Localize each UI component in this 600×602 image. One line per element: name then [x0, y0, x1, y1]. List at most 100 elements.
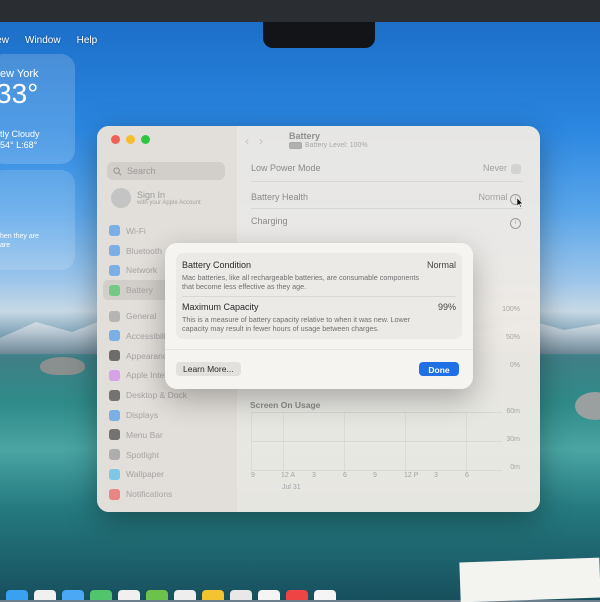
- dock-app-icon[interactable]: [314, 590, 336, 600]
- x-axis-tick: 6: [343, 472, 347, 479]
- mouse-pointer-icon: [517, 198, 523, 208]
- menu-window[interactable]: Window: [25, 35, 61, 46]
- sidebar-item-label: Bluetooth: [126, 245, 162, 256]
- sidebar-item-label: General: [126, 311, 157, 322]
- sidebar-item-notifications[interactable]: Notifications: [103, 484, 231, 504]
- page-subtitle: Battery Level: 100%: [289, 142, 368, 149]
- sidebar-item-menu-bar[interactable]: Menu Bar: [103, 425, 231, 445]
- wallpaper-rock: [575, 392, 600, 420]
- wallpaper-rock: [40, 357, 85, 375]
- sidebar-item-label: Network: [126, 265, 158, 276]
- gridline: [405, 413, 406, 471]
- dock-app-icon[interactable]: [174, 590, 196, 600]
- zoom-button[interactable]: [141, 135, 150, 144]
- divider: [251, 208, 523, 209]
- maximum-capacity-title: Maximum Capacity: [182, 302, 259, 312]
- divider: [165, 349, 473, 350]
- general-icon: [109, 310, 120, 322]
- battery-icon: [109, 284, 120, 296]
- battery-condition-section: Battery Condition Normal Mac batteries, …: [182, 260, 456, 291]
- menu-bar-icon: [109, 429, 120, 441]
- dock-app-icon[interactable]: [6, 590, 28, 600]
- level-tick-100: 100%: [502, 306, 520, 313]
- gridline: [252, 470, 502, 471]
- x-axis-tick: 9: [251, 472, 255, 479]
- dock-app-icon[interactable]: [202, 590, 224, 600]
- desktop-widget[interactable]: [0, 170, 75, 270]
- sidebar-item-label: Displays: [126, 410, 159, 421]
- forward-arrow-icon[interactable]: ›: [259, 134, 263, 148]
- dock-app-icon[interactable]: [286, 590, 308, 600]
- apple-account-signin[interactable]: Sign In with your Apple Account: [111, 188, 201, 208]
- battery-health-value: Normal: [478, 192, 508, 202]
- dock-app-icon[interactable]: [34, 590, 56, 600]
- low-power-label: Low Power Mode: [251, 163, 321, 173]
- dialog-content-card: Battery Condition Normal Mac batteries, …: [176, 253, 462, 339]
- sidebar-item-spotlight[interactable]: Spotlight: [103, 445, 231, 465]
- weather-high-low: 54° L:68°: [0, 140, 38, 150]
- gridline: [466, 413, 467, 471]
- x-axis-tick: 3: [312, 472, 316, 479]
- sidebar-item-label: Spotlight: [126, 449, 160, 460]
- camera-notch: [263, 22, 375, 48]
- minimize-button[interactable]: [126, 135, 135, 144]
- learn-more-button[interactable]: Learn More...: [176, 362, 241, 376]
- usage-tick-60m: 60m: [506, 408, 520, 415]
- divider: [182, 296, 456, 297]
- x-axis-tick: 6: [465, 472, 469, 479]
- info-icon[interactable]: i: [510, 218, 521, 229]
- sidebar-item-displays[interactable]: Displays: [103, 405, 231, 425]
- maximum-capacity-description: This is a measure of battery capacity re…: [182, 315, 411, 333]
- battery-condition-title: Battery Condition: [182, 260, 252, 270]
- date-label: Jul 31: [282, 484, 301, 491]
- notifications-icon: [109, 488, 120, 500]
- dock-app-icon[interactable]: [118, 590, 140, 600]
- search-placeholder: Search: [127, 166, 156, 176]
- battery-health-label: Battery Health: [251, 192, 309, 202]
- back-arrow-icon[interactable]: ‹: [245, 134, 249, 148]
- close-button[interactable]: [111, 135, 120, 144]
- sidebar-item-label: Wi-Fi: [126, 225, 146, 236]
- dock-app-icon[interactable]: [230, 590, 252, 600]
- account-subtitle: with your Apple Account: [137, 200, 201, 206]
- battery-health-row: Battery Health Normal i: [251, 192, 521, 205]
- desktop-dock-icon: [109, 389, 120, 401]
- low-power-value: Never: [482, 163, 507, 173]
- battery-health-status: Normal i: [478, 192, 521, 205]
- bluetooth-icon: [109, 245, 120, 257]
- menu-help[interactable]: Help: [77, 35, 98, 46]
- gridline: [252, 441, 502, 442]
- sidebar-item-wallpaper[interactable]: Wallpaper: [103, 465, 231, 485]
- sidebar-item-label: Battery: [126, 285, 153, 296]
- battery-health-dialog: Battery Condition Normal Mac batteries, …: [165, 243, 473, 389]
- done-button[interactable]: Done: [419, 362, 459, 376]
- gridline: [344, 413, 345, 471]
- x-axis-tick: 3: [434, 472, 438, 479]
- window-controls: [111, 135, 150, 144]
- accessibility-icon: [109, 330, 120, 342]
- navigation-arrows: ‹ ›: [245, 134, 263, 148]
- charging-row: Charging i: [251, 216, 521, 229]
- menu-view[interactable]: iew: [0, 35, 9, 46]
- widget-text: hen they are are: [0, 233, 39, 249]
- dock: [0, 590, 600, 600]
- screen-on-chart: [251, 412, 502, 471]
- dock-app-icon[interactable]: [146, 590, 168, 600]
- charging-label: Charging: [251, 216, 288, 226]
- displays-icon: [109, 409, 120, 421]
- dock-app-icon[interactable]: [258, 590, 280, 600]
- x-axis-tick: 9: [373, 472, 377, 479]
- search-field[interactable]: Search: [107, 162, 225, 180]
- sidebar-item-label: Menu Bar: [126, 429, 163, 440]
- x-axis-tick: 12 P: [404, 472, 419, 479]
- dock-app-icon[interactable]: [62, 590, 84, 600]
- low-power-select[interactable]: Never: [483, 163, 521, 174]
- battery-condition-description: Mac batteries, like all rechargeable bat…: [182, 273, 419, 291]
- wallpaper-icon: [109, 468, 120, 480]
- usage-tick-0m: 0m: [510, 464, 520, 471]
- sidebar-item-wi-fi[interactable]: Wi-Fi: [103, 221, 231, 241]
- stepper-icon: [511, 163, 521, 174]
- weather-condition: tly Cloudy: [0, 129, 40, 139]
- gridline: [283, 413, 284, 471]
- dock-app-icon[interactable]: [90, 590, 112, 600]
